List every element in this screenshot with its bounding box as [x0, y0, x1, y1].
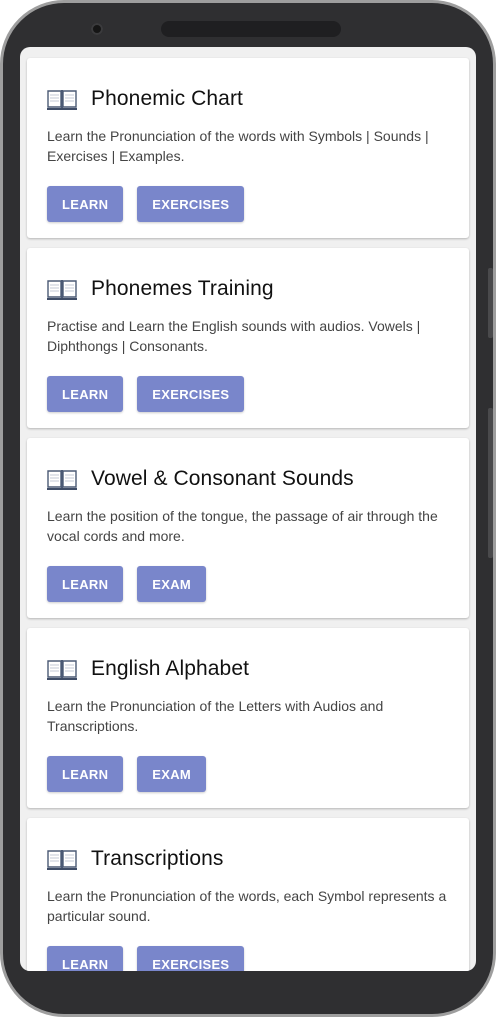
- card-title: Vowel & Consonant Sounds: [91, 467, 354, 490]
- power-button: [488, 408, 493, 558]
- learn-button[interactable]: LEARN: [47, 756, 124, 792]
- card-title: Phonemes Training: [91, 277, 274, 300]
- card-header: English Alphabet: [47, 654, 249, 684]
- card-header: Transcriptions: [47, 844, 224, 874]
- card-phonemic-chart: Phonemic Chart Learn the Pronunciation o…: [27, 58, 469, 238]
- front-camera: [91, 23, 103, 35]
- card-actions: LEARN EXAM: [47, 566, 207, 602]
- book-icon: [47, 280, 77, 300]
- exam-button[interactable]: EXAM: [137, 566, 207, 602]
- card-description: Practise and Learn the English sounds wi…: [47, 318, 421, 354]
- card-description: Learn the Pronunciation of the words wit…: [47, 128, 429, 164]
- book-icon: [47, 850, 77, 870]
- card-actions: LEARN EXERCISES: [47, 186, 245, 222]
- earpiece-speaker: [161, 21, 341, 37]
- volume-button: [488, 268, 493, 338]
- learn-button[interactable]: LEARN: [47, 376, 124, 412]
- card-title: English Alphabet: [91, 657, 250, 680]
- card-header: Phonemes Training: [47, 274, 274, 304]
- card-english-alphabet: English Alphabet Learn the Pronunciation…: [27, 628, 469, 808]
- exercises-button[interactable]: EXERCISES: [137, 186, 245, 222]
- exercises-button[interactable]: EXERCISES: [137, 946, 245, 971]
- app-screen[interactable]: Phonemic Chart Learn the Pronunciation o…: [20, 47, 476, 971]
- card-vowel-consonant-sounds: Vowel & Consonant Sounds Learn the posit…: [27, 438, 469, 618]
- card-actions: LEARN EXERCISES: [47, 376, 245, 412]
- card-actions: LEARN EXERCISES: [47, 946, 245, 971]
- learn-button[interactable]: LEARN: [47, 186, 124, 222]
- card-header: Phonemic Chart: [47, 84, 243, 114]
- card-header: Vowel & Consonant Sounds: [47, 464, 354, 494]
- exercises-button[interactable]: EXERCISES: [137, 376, 245, 412]
- card-transcriptions: Transcriptions Learn the Pronunciation o…: [27, 818, 469, 971]
- card-phonemes-training: Phonemes Training Practise and Learn the…: [27, 248, 469, 428]
- card-description: Learn the position of the tongue, the pa…: [47, 508, 438, 544]
- book-icon: [47, 470, 77, 490]
- learn-button[interactable]: LEARN: [47, 566, 124, 602]
- book-icon: [47, 90, 77, 110]
- learn-button[interactable]: LEARN: [47, 946, 124, 971]
- exam-button[interactable]: EXAM: [137, 756, 207, 792]
- card-title: Transcriptions: [91, 847, 224, 870]
- book-icon: [47, 660, 77, 680]
- card-description: Learn the Pronunciation of the words, ea…: [47, 888, 447, 924]
- card-title: Phonemic Chart: [91, 87, 243, 110]
- card-description: Learn the Pronunciation of the Letters w…: [47, 698, 384, 734]
- card-actions: LEARN EXAM: [47, 756, 207, 792]
